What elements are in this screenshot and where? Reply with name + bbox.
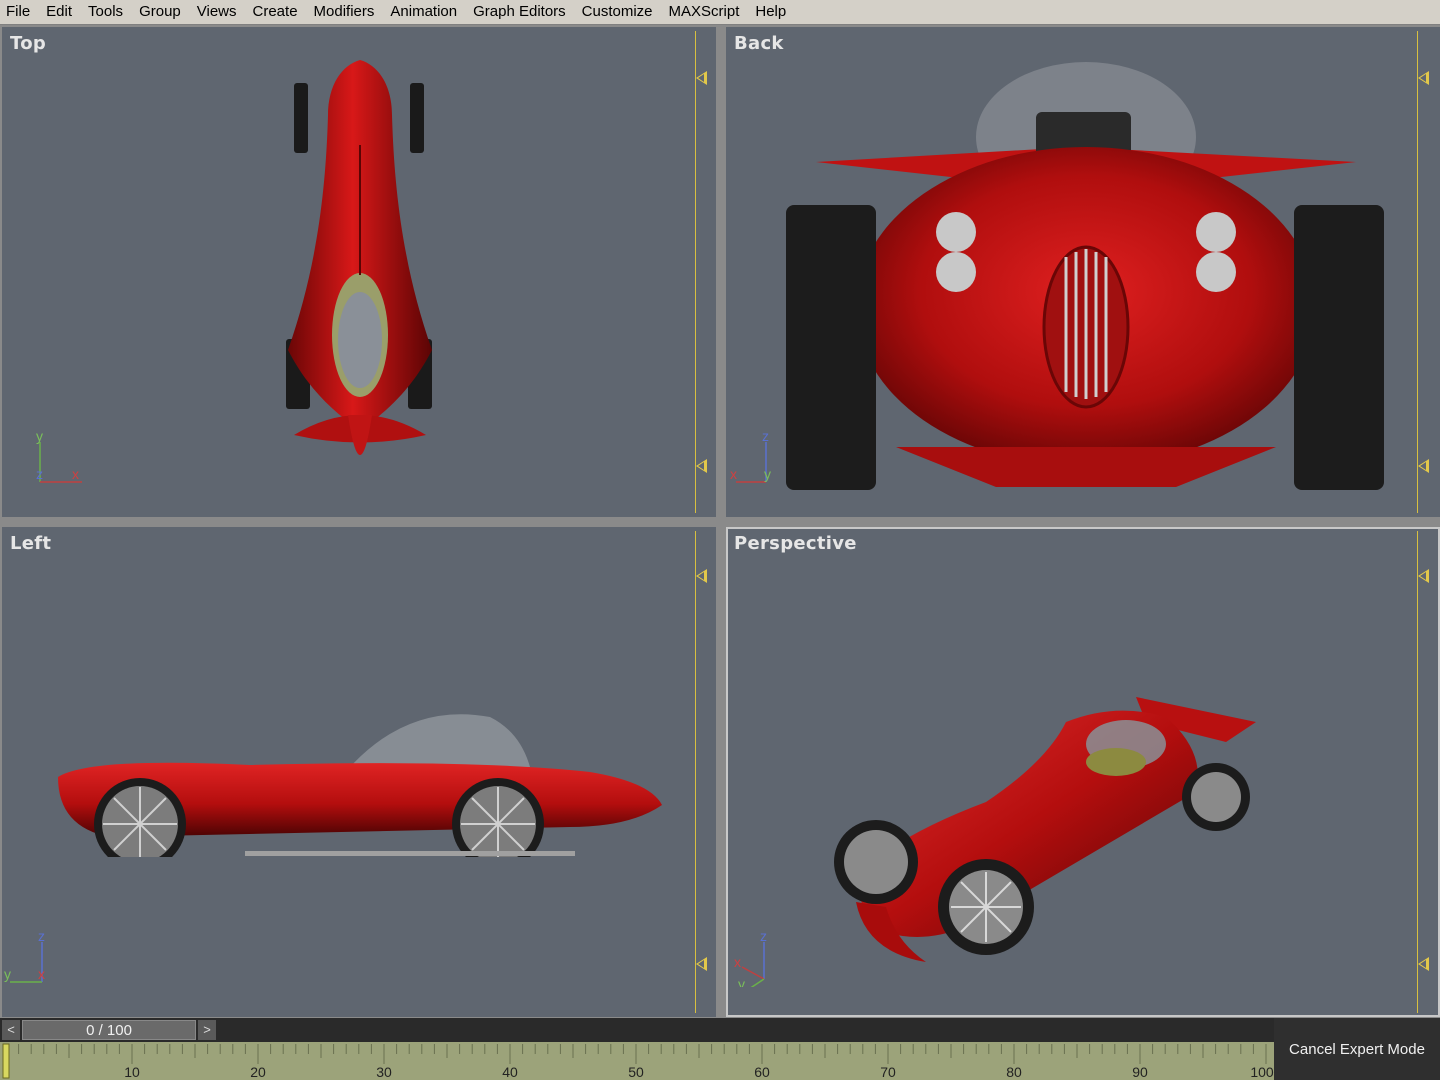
safe-frame-line bbox=[1417, 531, 1418, 1013]
track-bar[interactable]: 10 20 30 40 50 60 70 80 90 100 bbox=[0, 1042, 1274, 1080]
tick-label: 10 bbox=[124, 1064, 140, 1080]
time-slider[interactable]: < 0 / 100 > bbox=[0, 1018, 1274, 1042]
menu-maxscript[interactable]: MAXScript bbox=[661, 0, 748, 24]
axis-label-z: z bbox=[38, 928, 45, 944]
safe-frame-marker-icon bbox=[1418, 957, 1429, 971]
tick-label: 40 bbox=[502, 1064, 518, 1080]
axis-label-x: x bbox=[730, 466, 737, 482]
axis-label-z: z bbox=[762, 428, 769, 444]
tick-label: 30 bbox=[376, 1064, 392, 1080]
viewport-label[interactable]: Top bbox=[10, 33, 46, 54]
safe-frame-marker-icon bbox=[1418, 459, 1429, 473]
menu-views[interactable]: Views bbox=[189, 0, 245, 24]
axis-gizmo: z x y bbox=[734, 928, 767, 987]
tick-label: 90 bbox=[1132, 1064, 1148, 1080]
menu-file[interactable]: File bbox=[0, 0, 38, 24]
car-model-top-view[interactable] bbox=[272, 55, 452, 495]
menu-create[interactable]: Create bbox=[245, 0, 306, 24]
safe-frame-line bbox=[695, 31, 696, 513]
axis-label-x: x bbox=[734, 954, 741, 970]
menu-help[interactable]: Help bbox=[747, 0, 794, 24]
axis-label-z: z bbox=[760, 928, 767, 944]
axis-label-y: y bbox=[36, 428, 43, 444]
car-model-back-view[interactable] bbox=[776, 57, 1396, 497]
viewport-top[interactable]: Top y z x bbox=[2, 27, 716, 517]
menu-graph-editors[interactable]: Graph Editors bbox=[465, 0, 574, 24]
viewport-label[interactable]: Back bbox=[734, 33, 784, 54]
menu-bar: File Edit Tools Group Views Create Modif… bbox=[0, 0, 1440, 25]
car-model-perspective-view[interactable] bbox=[826, 662, 1266, 972]
menu-customize[interactable]: Customize bbox=[574, 0, 661, 24]
axis-gizmo: z x y bbox=[730, 428, 771, 483]
safe-frame-marker-icon bbox=[696, 569, 707, 583]
tick-label: 80 bbox=[1006, 1064, 1022, 1080]
menu-group[interactable]: Group bbox=[131, 0, 189, 24]
viewport-area: Top y z x Back z x y Left z y x Perspect… bbox=[0, 25, 1440, 1018]
menu-edit[interactable]: Edit bbox=[38, 0, 80, 24]
safe-frame-line bbox=[695, 531, 696, 1013]
previous-frame-button[interactable]: < bbox=[2, 1020, 20, 1040]
tick-label: 100 bbox=[1250, 1064, 1274, 1080]
axis-label-x: x bbox=[72, 466, 79, 482]
viewport-label[interactable]: Left bbox=[10, 533, 51, 554]
tick-label: 70 bbox=[880, 1064, 896, 1080]
axis-gizmo: y z x bbox=[36, 428, 82, 483]
axis-label-z: z bbox=[36, 466, 43, 482]
axis-label-x: x bbox=[38, 966, 45, 982]
tick-label: 50 bbox=[628, 1064, 644, 1080]
car-model-left-view[interactable] bbox=[50, 687, 670, 857]
tick-label: 60 bbox=[754, 1064, 770, 1080]
viewport-back[interactable]: Back z x y bbox=[726, 27, 1440, 517]
safe-frame-line bbox=[1417, 31, 1418, 513]
tick-label: 20 bbox=[250, 1064, 266, 1080]
viewport-perspective[interactable]: Perspective z x y bbox=[726, 527, 1440, 1017]
safe-frame-marker-icon bbox=[1418, 569, 1429, 583]
menu-modifiers[interactable]: Modifiers bbox=[306, 0, 383, 24]
safe-frame-marker-icon bbox=[696, 71, 707, 85]
viewport-left[interactable]: Left z y x bbox=[2, 527, 716, 1017]
timeline: < 0 / 100 > 10 20 30 40 50 60 70 80 90 1… bbox=[0, 1018, 1274, 1080]
axis-label-y: y bbox=[738, 976, 745, 987]
time-slider-thumb[interactable]: 0 / 100 bbox=[22, 1020, 196, 1040]
safe-frame-marker-icon bbox=[696, 459, 707, 473]
menu-tools[interactable]: Tools bbox=[80, 0, 131, 24]
safe-frame-marker-icon bbox=[1418, 71, 1429, 85]
safe-frame-marker-icon bbox=[696, 957, 707, 971]
next-frame-button[interactable]: > bbox=[198, 1020, 216, 1040]
axis-gizmo: z y x bbox=[4, 928, 45, 983]
menu-animation[interactable]: Animation bbox=[382, 0, 465, 24]
axis-label-y: y bbox=[764, 466, 771, 482]
viewport-label[interactable]: Perspective bbox=[734, 533, 857, 554]
axis-label-y: y bbox=[4, 966, 11, 982]
cancel-expert-mode-button[interactable]: Cancel Expert Mode bbox=[1274, 1018, 1440, 1080]
